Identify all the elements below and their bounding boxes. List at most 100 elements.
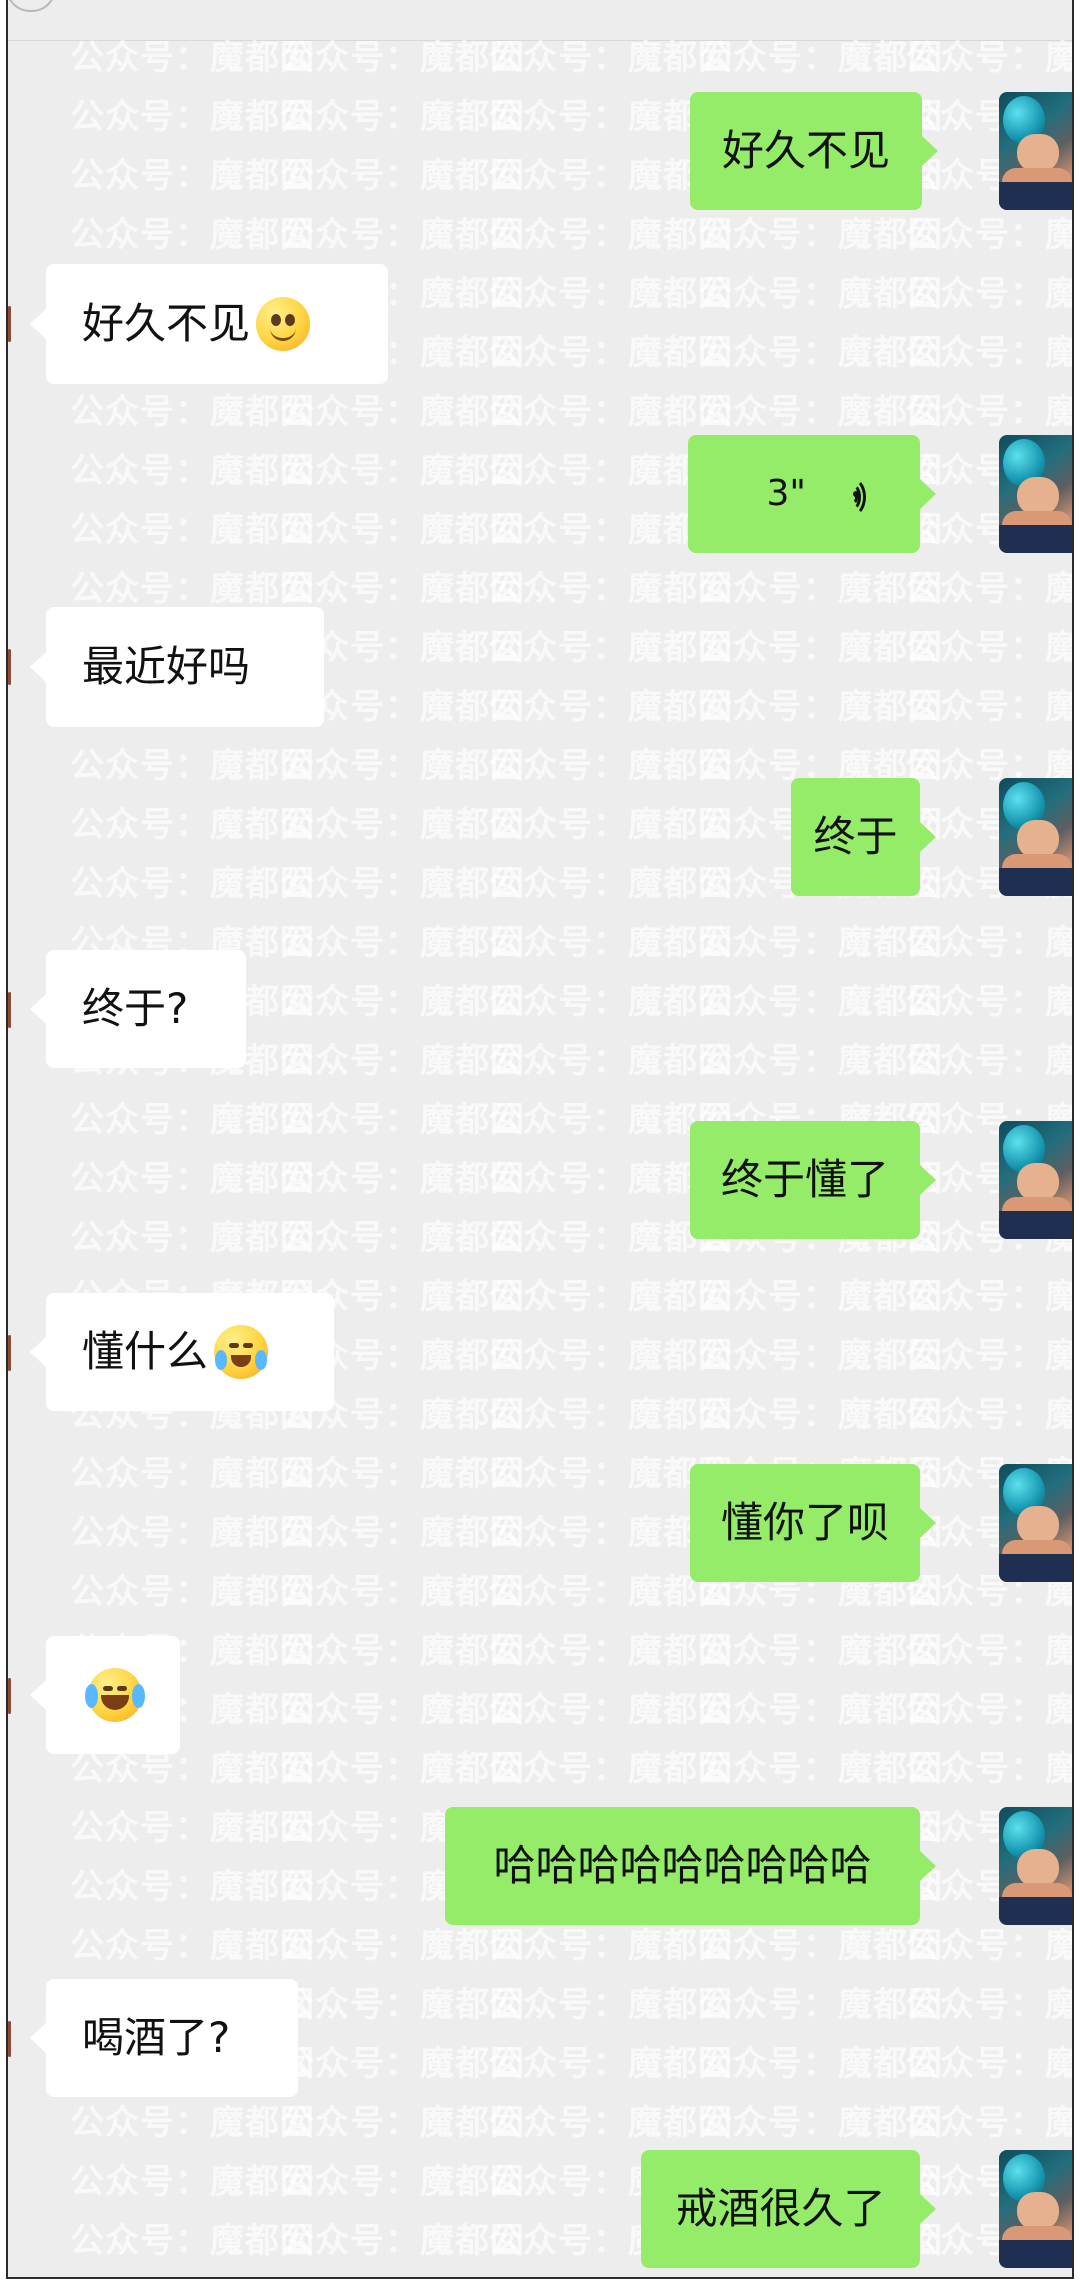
watermark-text: 公众号：魔都囡 <box>70 805 315 845</box>
watermark-text: 公众号：魔都囡 <box>905 1690 1074 1730</box>
sender-avatar[interactable] <box>999 1807 1072 1925</box>
bubble-tail <box>920 1851 936 1881</box>
sender-avatar[interactable] <box>999 92 1072 210</box>
watermark-text: 公众号：魔都囡 <box>280 1690 525 1730</box>
watermark-text: 公众号：魔都囡 <box>70 1926 315 1966</box>
sender-avatar[interactable] <box>999 778 1072 896</box>
watermark-text: 公众号：魔都囡 <box>70 451 315 491</box>
watermark-text: 公众号：魔都囡 <box>905 1985 1074 2025</box>
watermark-text: 公众号：魔都囡 <box>280 2162 525 2202</box>
watermark-text: 公众号：魔都囡 <box>70 2221 315 2261</box>
watermark-text: 公众号：魔都囡 <box>698 923 943 963</box>
watermark-text: 公众号：魔都囡 <box>698 1277 943 1317</box>
watermark-text: 公众号：魔都囡 <box>905 333 1074 373</box>
watermark-text: 公众号：魔都囡 <box>488 982 733 1022</box>
watermark-text: 公众号：魔都囡 <box>488 1395 733 1435</box>
received-message-bubble[interactable]: 喝酒了? <box>30 1979 298 2097</box>
watermark-text: 公众号：魔都囡 <box>280 982 525 1022</box>
message-text: 最近好吗 <box>82 642 251 691</box>
smile-emoji-icon <box>256 297 311 351</box>
watermark-text: 公众号：魔都囡 <box>488 805 733 845</box>
watermark-text: 公众号：魔都囡 <box>698 215 943 255</box>
received-avatar-edge <box>8 1335 11 1371</box>
top-bar <box>8 0 1072 41</box>
watermark-text: 公众号：魔都囡 <box>488 1631 733 1671</box>
watermark-text: 公众号：魔都囡 <box>488 864 733 904</box>
watermark-text: 公众号：魔都囡 <box>905 628 1074 668</box>
sender-avatar[interactable] <box>999 2150 1072 2268</box>
watermark-text: 公众号：魔都囡 <box>488 333 733 373</box>
received-message-bubble[interactable]: 最近好吗 <box>30 607 324 727</box>
watermark-text: 公众号：魔都囡 <box>698 687 943 727</box>
received-message-bubble[interactable]: 终于? <box>30 950 246 1068</box>
message-text: 终于? <box>82 984 189 1033</box>
message-text: 好久不见 <box>82 299 251 348</box>
sent-message-bubble[interactable]: 好久不见 <box>690 92 938 210</box>
watermark-text: 公众号：魔都囡 <box>488 215 733 255</box>
watermark-text: 公众号：魔都囡 <box>280 1985 525 2025</box>
watermark-text: 公众号：魔都囡 <box>280 156 525 196</box>
bubble-tail <box>30 1337 46 1367</box>
sent-message-bubble[interactable]: 终于 <box>791 778 936 896</box>
watermark-text: 公众号：魔都囡 <box>488 1336 733 1376</box>
watermark-text: 公众号：魔都囡 <box>905 569 1074 609</box>
watermark-text: 公众号：魔都囡 <box>698 2103 943 2143</box>
bubble-tail <box>920 1165 936 1195</box>
watermark-text: 公众号：魔都囡 <box>488 1277 733 1317</box>
message-text: 终于懂了 <box>720 1155 889 1204</box>
watermark-text: 公众号：魔都囡 <box>70 1572 315 1612</box>
watermark-text: 公众号：魔都囡 <box>280 1749 525 1789</box>
message-text: 喝酒了? <box>82 2013 231 2062</box>
watermark-text: 公众号：魔都囡 <box>280 97 525 137</box>
watermark-text: 公众号：魔都囡 <box>70 2162 315 2202</box>
watermark-text: 公众号：魔都囡 <box>488 746 733 786</box>
watermark-text: 公众号：魔都囡 <box>280 1100 525 1140</box>
watermark-text: 公众号：魔都囡 <box>280 746 525 786</box>
watermark-text: 公众号：魔都囡 <box>70 510 315 550</box>
watermark-text: 公众号：魔都囡 <box>70 215 315 255</box>
received-message-bubble[interactable] <box>30 1636 180 1754</box>
watermark-text: 公众号：魔都囡 <box>488 2103 733 2143</box>
watermark-text: 公众号：魔都囡 <box>280 2103 525 2143</box>
sent-message-bubble[interactable]: 终于懂了 <box>690 1121 936 1239</box>
sender-avatar[interactable] <box>999 1121 1072 1239</box>
watermark-text: 公众号：魔都囡 <box>905 274 1074 314</box>
received-message-bubble[interactable]: 懂什么 <box>30 1293 334 1411</box>
sent-message-bubble[interactable]: 戒酒很久了 <box>641 2150 936 2268</box>
watermark-text: 公众号：魔都囡 <box>280 1631 525 1671</box>
voice-duration: 3" <box>766 473 806 514</box>
watermark-text: 公众号：魔都囡 <box>70 1454 315 1494</box>
bubble-tail <box>920 2194 936 2224</box>
watermark-text: 公众号：魔都囡 <box>488 1926 733 1966</box>
watermark-text: 公众号：魔都囡 <box>280 510 525 550</box>
watermark-text: 公众号：魔都囡 <box>280 1513 525 1553</box>
sent-message-bubble[interactable]: 懂你了呗 <box>690 1464 936 1582</box>
sender-avatar[interactable] <box>999 435 1072 553</box>
watermark-text: 公众号：魔都囡 <box>698 1336 943 1376</box>
sender-avatar[interactable] <box>999 1464 1072 1582</box>
sent-message-bubble[interactable]: 3" <box>688 435 936 553</box>
watermark-text: 公众号：魔都囡 <box>488 1690 733 1730</box>
bubble-tail <box>920 479 936 509</box>
watermark-text: 公众号：魔都囡 <box>280 1572 525 1612</box>
bubble-tail <box>922 136 938 166</box>
received-avatar-edge <box>8 1678 11 1714</box>
sent-message-bubble[interactable]: 哈哈哈哈哈哈哈哈哈 <box>445 1807 936 1925</box>
chat-screen: 公众号：魔都囡公众号：魔都囡公众号：魔都囡公众号：魔都囡公众号：魔都囡公众号：魔… <box>6 0 1074 2279</box>
watermark-text: 公众号：魔都囡 <box>905 1926 1074 1966</box>
laugh-emoji-icon <box>85 1668 145 1722</box>
bubble-tail <box>30 309 46 339</box>
watermark-text: 公众号：魔都囡 <box>70 1218 315 1258</box>
watermark-text: 公众号：魔都囡 <box>280 864 525 904</box>
cry-emoji-icon <box>214 1325 269 1379</box>
watermark-text: 公众号：魔都囡 <box>698 1749 943 1789</box>
voice-message: 3" <box>688 473 920 517</box>
received-message-bubble[interactable]: 好久不见 <box>30 264 388 384</box>
watermark-text: 公众号：魔都囡 <box>905 215 1074 255</box>
watermark-text: 公众号：魔都囡 <box>70 746 315 786</box>
watermark-text: 公众号：魔都囡 <box>488 274 733 314</box>
watermark-text: 公众号：魔都囡 <box>70 1100 315 1140</box>
watermark-text: 公众号：魔都囡 <box>905 687 1074 727</box>
watermark-text: 公众号：魔都囡 <box>698 392 943 432</box>
watermark-text: 公众号：魔都囡 <box>698 1041 943 1081</box>
